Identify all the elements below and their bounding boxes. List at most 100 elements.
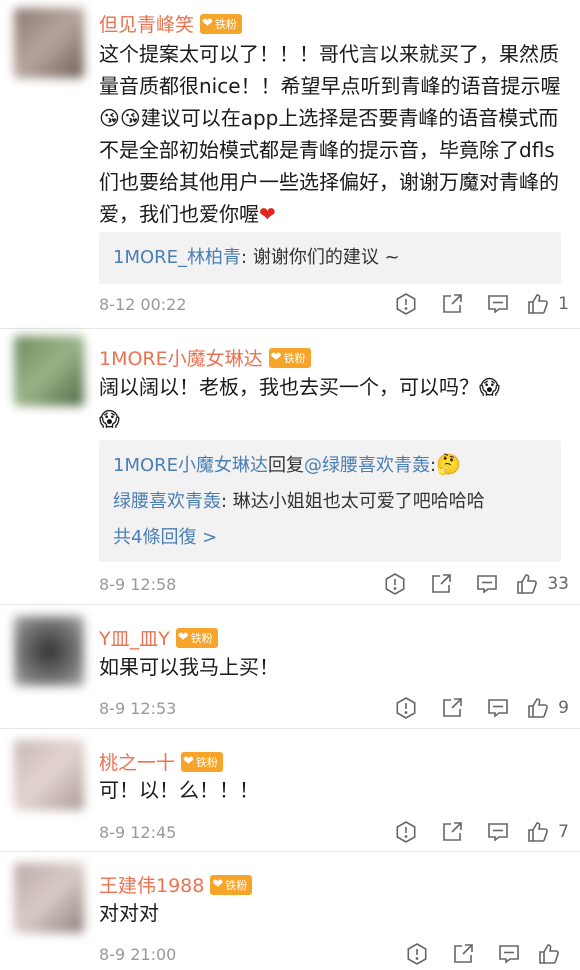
badge-label: 铁粉	[225, 878, 248, 892]
like-count: 33	[547, 574, 569, 594]
share-icon[interactable]	[434, 817, 470, 847]
like-icon	[539, 944, 559, 964]
username-text[interactable]: 桃之一十	[99, 748, 175, 775]
username[interactable]: 1MORE小魔女琳达 ❤ 铁粉	[99, 344, 311, 371]
comment-icon[interactable]	[480, 289, 516, 319]
avatar[interactable]	[14, 863, 84, 933]
comment-item: 桃之一十 ❤ 铁粉 可！以！么！！！ 8-9 12:45 7	[0, 728, 580, 850]
more-replies-link[interactable]: 共4條回復 >	[113, 520, 547, 556]
reply-mid: 回复	[268, 455, 305, 476]
comment-text-part: 对对对	[99, 901, 159, 925]
fan-badge: ❤ 铁粉	[210, 874, 253, 895]
comment-meta: 8-9 21:00	[99, 938, 569, 970]
thinking-emoji-icon: 🤔	[436, 452, 462, 476]
report-icon[interactable]	[388, 817, 424, 847]
comment-meta: 8-9 12:53 9	[99, 692, 569, 724]
fan-badge: ❤ 铁粉	[175, 627, 218, 648]
share-icon[interactable]	[445, 939, 481, 969]
blush-emoji-icon: 😘	[99, 106, 120, 130]
comment-item: 王建伟1988 ❤ 铁粉 对对对 8-9 21:00	[0, 851, 580, 969]
like-count: 7	[558, 822, 569, 842]
heart-icon: ❤	[212, 877, 224, 892]
like-button[interactable]: 9	[526, 696, 569, 720]
avatar[interactable]	[14, 8, 84, 78]
timestamp: 8-9 21:00	[99, 944, 177, 964]
comment-text: 阔以阔以！老板，我也去买一个，可以吗？😱 😱	[99, 371, 564, 435]
comment-meta: 8-9 12:58 33	[99, 568, 569, 600]
like-count: 9	[558, 698, 569, 718]
fan-badge: ❤ 铁粉	[268, 347, 311, 368]
fan-badge: ❤ 铁粉	[200, 13, 242, 34]
reply-author[interactable]: 1MORE小魔女琳达	[113, 455, 268, 476]
heart-icon: ❤	[202, 16, 213, 31]
scream-emoji-icon: 😱	[479, 375, 500, 399]
like-button[interactable]	[537, 942, 569, 966]
username[interactable]: Y皿_皿Y ❤ 铁粉	[99, 624, 218, 651]
comment-icon[interactable]	[480, 693, 516, 723]
badge-label: 铁粉	[283, 351, 306, 365]
heart-emoji-icon: ❤	[259, 202, 276, 226]
badge-label: 铁粉	[214, 17, 237, 31]
reply-box[interactable]: 1MORE_林柏青: 谢谢你们的建议 ~	[99, 232, 561, 284]
avatar[interactable]	[14, 336, 84, 406]
comment-text-part: 如果可以我马上买！	[99, 655, 279, 679]
username-text[interactable]: 王建伟1988	[99, 871, 204, 898]
comment-icon[interactable]	[491, 939, 527, 969]
heart-icon: ❤	[177, 630, 189, 645]
comment-icon[interactable]	[480, 817, 516, 847]
comment-item: 但见青峰笑 ❤ 铁粉 这个提案太可以了！！！哥代言以来就买了，果然质量音质都很ni…	[0, 0, 580, 327]
reply-mention[interactable]: @绿腰喜欢青轰	[304, 455, 430, 476]
username[interactable]: 但见青峰笑 ❤ 铁粉	[99, 10, 242, 37]
reply-author[interactable]: 1MORE_林柏青	[113, 247, 241, 268]
badge-label: 铁粉	[195, 755, 218, 769]
like-button[interactable]: 33	[515, 572, 569, 596]
comment-text-part: 阔以阔以！老板，我也去买一个，可以吗？	[99, 375, 479, 399]
comment-icon[interactable]	[469, 569, 505, 599]
comment-text: 可！以！么！！！	[99, 774, 564, 806]
reply-box[interactable]: 1MORE小魔女琳达回复@绿腰喜欢青轰:🤔 绿腰喜欢青轰: 琳达小姐姐也太可爱了…	[99, 440, 561, 562]
reply-text: : 谢谢你们的建议 ~	[241, 247, 400, 268]
fan-badge: ❤ 铁粉	[181, 751, 223, 772]
report-icon[interactable]	[388, 693, 424, 723]
like-count: 1	[558, 294, 569, 314]
reply-line: 1MORE小魔女琳达回复@绿腰喜欢青轰:🤔	[113, 448, 547, 484]
report-icon[interactable]	[377, 569, 413, 599]
avatar[interactable]	[14, 616, 84, 686]
comment-meta: 8-12 00:22 1	[99, 288, 569, 320]
heart-icon: ❤	[270, 350, 282, 365]
timestamp: 8-9 12:53	[99, 698, 177, 718]
blush-emoji-icon: 😘	[119, 106, 141, 130]
reply-line: 绿腰喜欢青轰: 琳达小姐姐也太可爱了吧哈哈哈	[113, 484, 547, 520]
badge-label: 铁粉	[190, 631, 213, 645]
share-icon[interactable]	[434, 289, 470, 319]
scream-emoji-icon: 😱	[99, 407, 120, 431]
reply-text: : 琳达小姐姐也太可爱了吧哈哈哈	[221, 491, 485, 512]
username[interactable]: 桃之一十 ❤ 铁粉	[99, 748, 223, 775]
comment-text-part: 这个提案太可以了！！！哥代言以来就买了，果然质量音质都很nice！！希望早点听到…	[99, 42, 561, 98]
like-button[interactable]: 7	[526, 820, 569, 844]
username-text[interactable]: Y皿_皿Y	[99, 624, 170, 651]
username-text[interactable]: 1MORE小魔女琳达	[99, 344, 263, 371]
like-icon	[517, 574, 538, 594]
comment-text-part: 建议可以在app上选择是否要青峰的语音模式而不是全部初始模式都是青峰的提示音，毕…	[99, 106, 559, 226]
username-text[interactable]: 但见青峰笑	[99, 10, 194, 37]
report-icon[interactable]	[399, 939, 435, 969]
like-button[interactable]: 1	[526, 292, 569, 316]
timestamp: 8-9 12:45	[99, 822, 177, 842]
heart-icon: ❤	[183, 754, 194, 769]
comment-text: 这个提案太可以了！！！哥代言以来就买了，果然质量音质都很nice！！希望早点听到…	[99, 38, 564, 230]
username[interactable]: 王建伟1988 ❤ 铁粉	[99, 871, 253, 898]
comment-text-part: 可！以！么！！！	[99, 778, 259, 802]
share-icon[interactable]	[434, 693, 470, 723]
share-icon[interactable]	[423, 569, 459, 599]
comment-text: 对对对	[99, 897, 564, 929]
like-icon	[528, 698, 549, 718]
reply-author[interactable]: 绿腰喜欢青轰	[113, 491, 221, 512]
comment-item: 1MORE小魔女琳达 ❤ 铁粉 阔以阔以！老板，我也去买一个，可以吗？😱 😱 1MO…	[0, 328, 580, 603]
comment-meta: 8-9 12:45 7	[99, 816, 569, 848]
comment-text: 如果可以我马上买！	[99, 651, 564, 683]
like-icon	[528, 294, 549, 314]
timestamp: 8-9 12:58	[99, 574, 177, 594]
report-icon[interactable]	[388, 289, 424, 319]
avatar[interactable]	[14, 740, 84, 810]
